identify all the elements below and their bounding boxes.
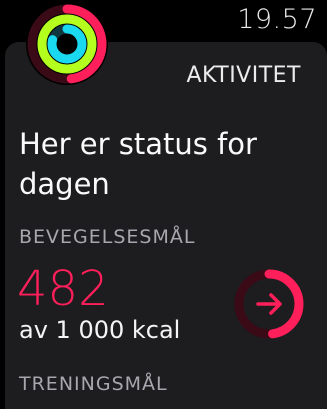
clock-time: 19.57	[237, 4, 317, 35]
move-ring-button[interactable]	[233, 268, 305, 340]
notification-headline: Her er status for dagen	[19, 127, 257, 201]
watch-screen: 19.57 AKTIVITET Her er status for dagen …	[0, 0, 327, 409]
move-goal-text: av 1 000 kcal	[19, 316, 181, 344]
exercise-goal-title: TRENINGSMÅL	[19, 373, 168, 395]
move-calories-value: 482	[17, 261, 109, 317]
move-goal-title: BEVEGELSESMÅL	[19, 226, 196, 248]
notification-card[interactable]: AKTIVITET Her er status for dagen BEVEGE…	[5, 42, 327, 409]
move-progress-ring	[234, 269, 304, 339]
activity-rings-icon	[26, 3, 108, 85]
app-name: AKTIVITET	[186, 63, 301, 88]
arrow-right-icon	[256, 293, 282, 315]
